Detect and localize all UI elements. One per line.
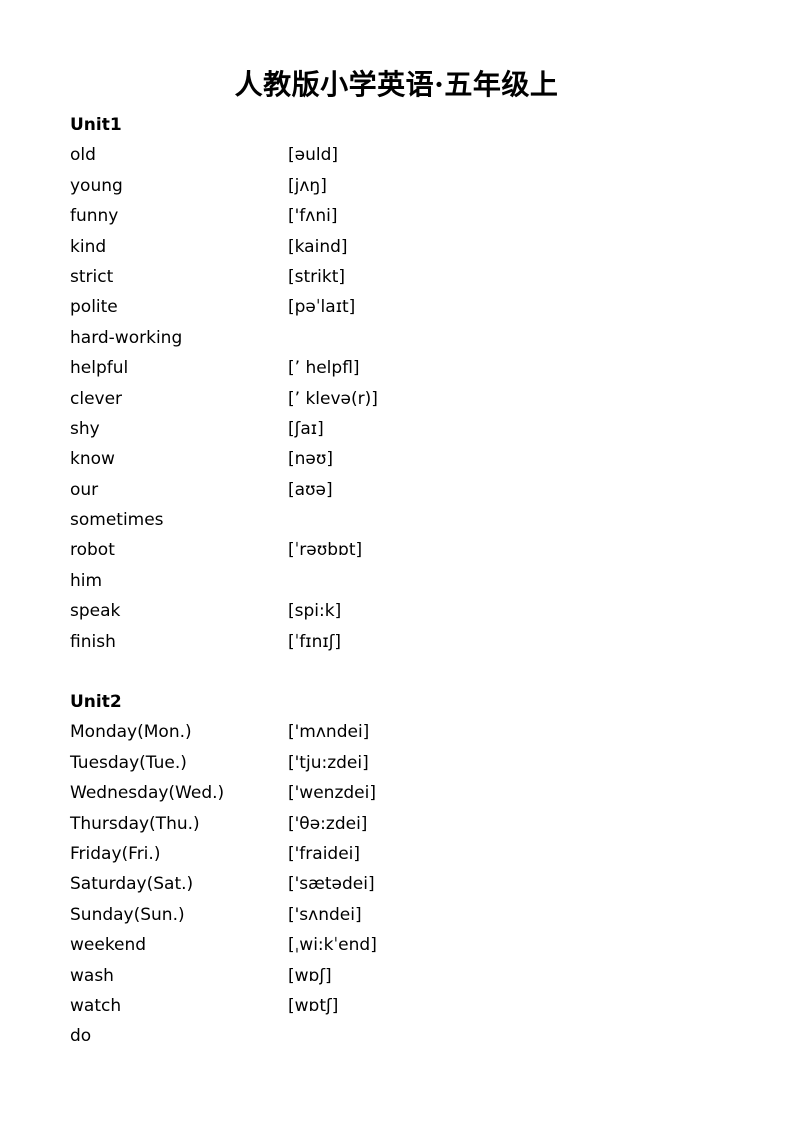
word-phonetic: ['sʌndei] [288, 904, 362, 925]
word-term: speak [70, 601, 121, 622]
word-row: finish [ˈfɪnɪʃ] [70, 627, 730, 657]
word-term: watch [70, 995, 122, 1016]
word-phonetic: ['wenzdei] [288, 783, 376, 804]
word-term: Saturday(Sat.) [70, 874, 194, 895]
word-row: polite [pəˈlaɪt] [70, 292, 730, 322]
word-row: Monday(Mon.) ['mʌndei] [70, 717, 730, 747]
word-term: robot [70, 540, 115, 561]
word-phonetic: [nəʊ] [288, 449, 333, 470]
word-row: sometimes [70, 505, 730, 535]
word-term: Friday(Fri.) [70, 843, 161, 864]
word-term: Wednesday(Wed.) [70, 783, 225, 804]
word-phonetic: [ˈrəʊbɒt] [288, 540, 363, 561]
word-term: shy [70, 418, 100, 439]
word-term: sometimes [70, 510, 164, 531]
word-row: do [70, 1021, 730, 1051]
word-phonetic: ['fʌni] [288, 206, 338, 227]
word-phonetic: [jʌŋ] [288, 175, 327, 196]
word-term: helpful [70, 358, 129, 379]
word-row: weekend [ˌwi:kˈend] [70, 930, 730, 960]
word-row: Wednesday(Wed.) ['wenzdei] [70, 778, 730, 808]
page-title: 人教版小学英语·五年级上 [234, 68, 559, 101]
word-term: finish [70, 631, 116, 652]
word-phonetic: [’ klevə(r)] [288, 388, 378, 409]
word-phonetic: [əuld] [288, 145, 339, 166]
word-term: funny [70, 206, 119, 227]
word-row: Friday(Fri.) ['fraidei] [70, 839, 730, 869]
word-list: Monday(Mon.) ['mʌndei] Tuesday(Tue.) ['tju:… [70, 717, 730, 1051]
word-phonetic: [strikt] [288, 266, 346, 287]
word-row: robot [ˈrəʊbɒt] [70, 535, 730, 565]
word-phonetic: ['fraidei] [288, 843, 361, 864]
word-row: Sunday(Sun.) ['sʌndei] [70, 900, 730, 930]
word-row: Tuesday(Tue.) ['tju:zdei] [70, 748, 730, 778]
word-term: Thursday(Thu.) [70, 813, 200, 834]
word-phonetic: [kaind] [288, 236, 348, 257]
word-term: know [70, 449, 115, 470]
word-phonetic: ['θə:zdei] [288, 813, 368, 834]
word-term: kind [70, 236, 107, 257]
word-phonetic: [’ helpfl] [288, 358, 360, 379]
word-row: him [70, 566, 730, 596]
word-phonetic: [wɒtʃ] [288, 995, 339, 1016]
word-phonetic: [aʊə] [288, 479, 333, 500]
word-term: old [70, 145, 96, 166]
word-row: Saturday(Sat.) ['sætədei] [70, 869, 730, 899]
word-term: strict [70, 266, 114, 287]
unit-section: Unit1 old [əuld] young [jʌŋ] funny ['fʌni] kind… [70, 110, 730, 657]
word-term: polite [70, 297, 118, 318]
word-row: helpful [’ helpfl] [70, 353, 730, 383]
word-row: speak [spi:k] [70, 596, 730, 626]
word-phonetic: [spi:k] [288, 601, 342, 622]
word-term: hard-working [70, 327, 183, 348]
word-row: old [əuld] [70, 140, 730, 170]
word-row: hard-working [70, 323, 730, 353]
word-row: funny ['fʌni] [70, 201, 730, 231]
vocabulary-content: Unit1 old [əuld] young [jʌŋ] funny ['fʌni] kind… [70, 110, 730, 1052]
word-phonetic: ['mʌndei] [288, 722, 370, 743]
word-phonetic: ['sætədei] [288, 874, 375, 895]
word-phonetic: [ˌwi:kˈend] [288, 935, 377, 956]
unit-heading: Unit2 [70, 692, 122, 713]
word-row: wash [wɒʃ] [70, 961, 730, 991]
word-row: young [jʌŋ] [70, 171, 730, 201]
word-term: clever [70, 388, 123, 409]
word-row: watch [wɒtʃ] [70, 991, 730, 1021]
word-phonetic: [pəˈlaɪt] [288, 297, 356, 318]
word-term: wash [70, 965, 114, 986]
word-term: young [70, 175, 123, 196]
unit-section: Unit2 Monday(Mon.) ['mʌndei] Tuesday(Tue.) [… [70, 687, 730, 1052]
word-term: do [70, 1026, 92, 1047]
word-term: weekend [70, 935, 147, 956]
word-row: shy [ʃaɪ] [70, 414, 730, 444]
word-term: Sunday(Sun.) [70, 904, 185, 925]
word-phonetic: ['tju:zdei] [288, 752, 369, 773]
word-phonetic: [ʃaɪ] [288, 418, 324, 439]
word-row: kind [kaind] [70, 232, 730, 262]
word-term: him [70, 570, 103, 591]
word-term: Tuesday(Tue.) [70, 752, 187, 773]
document-page: 人教版小学英语·五年级上 Unit1 old [əuld] young [jʌŋ] fun… [0, 0, 793, 1122]
word-row: strict [strikt] [70, 262, 730, 292]
word-phonetic: [wɒʃ] [288, 965, 332, 986]
word-phonetic: [ˈfɪnɪʃ] [288, 631, 342, 652]
word-term: our [70, 479, 99, 500]
word-row: clever [’ klevə(r)] [70, 384, 730, 414]
unit-heading: Unit1 [70, 115, 122, 135]
word-row: Thursday(Thu.) ['θə:zdei] [70, 809, 730, 839]
word-list: old [əuld] young [jʌŋ] funny ['fʌni] kind [kain… [70, 140, 730, 657]
word-term: Monday(Mon.) [70, 722, 192, 743]
word-row: our [aʊə] [70, 475, 730, 505]
word-row: know [nəʊ] [70, 444, 730, 474]
